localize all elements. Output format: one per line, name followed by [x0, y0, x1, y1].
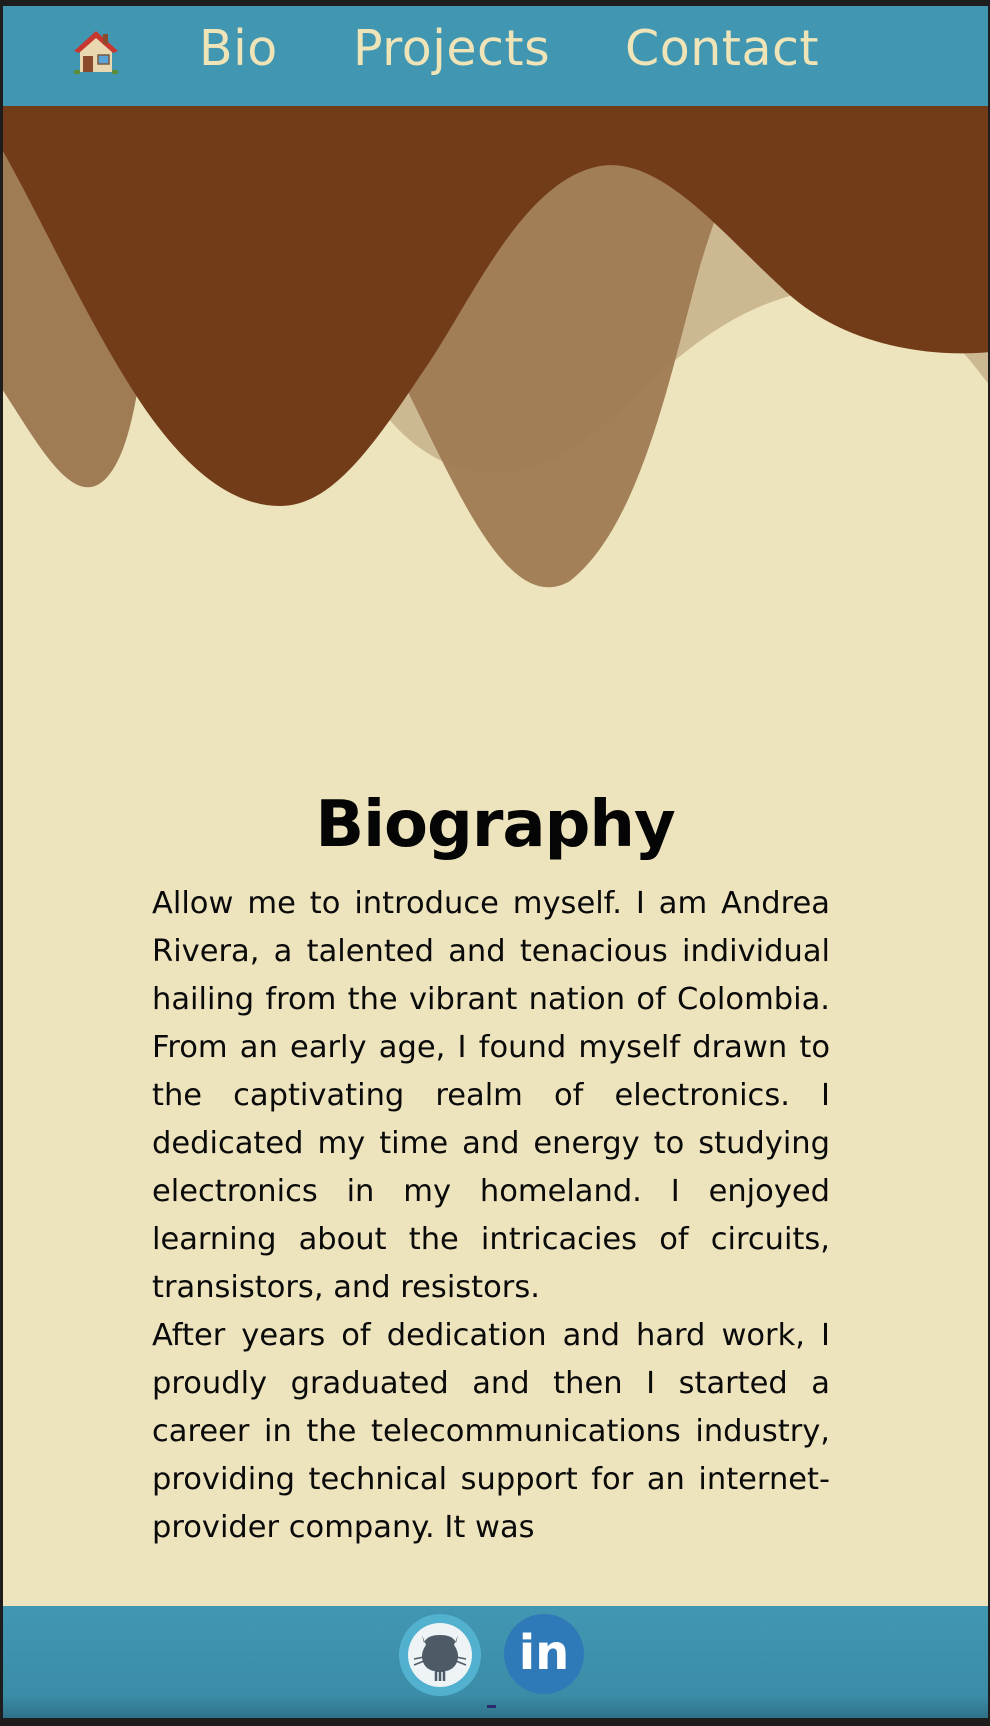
- bio-paragraph: After years of dedication and hard work,…: [152, 1318, 830, 1545]
- page-title: Biography: [315, 787, 675, 862]
- nav-contact-link[interactable]: Contact: [625, 22, 819, 76]
- hero-wave-illustration: [0, 106, 990, 606]
- home-link[interactable]: [72, 28, 120, 76]
- house-icon: [74, 31, 118, 74]
- top-navigation: Bio Projects Contact: [0, 0, 990, 106]
- nav-bio-link[interactable]: Bio: [199, 22, 278, 76]
- github-icon: [408, 1623, 472, 1687]
- github-link[interactable]: [399, 1614, 481, 1696]
- biography-text: Allow me to introduce myself. I am Andre…: [152, 880, 830, 1552]
- linkedin-link[interactable]: in: [504, 1614, 584, 1694]
- focus-indicator: [487, 1705, 496, 1708]
- linkedin-icon: in: [518, 1625, 570, 1681]
- nav-projects-link[interactable]: Projects: [353, 22, 550, 76]
- bio-paragraph: Allow me to introduce myself. I am Andre…: [152, 886, 830, 1305]
- footer: in: [0, 1606, 990, 1726]
